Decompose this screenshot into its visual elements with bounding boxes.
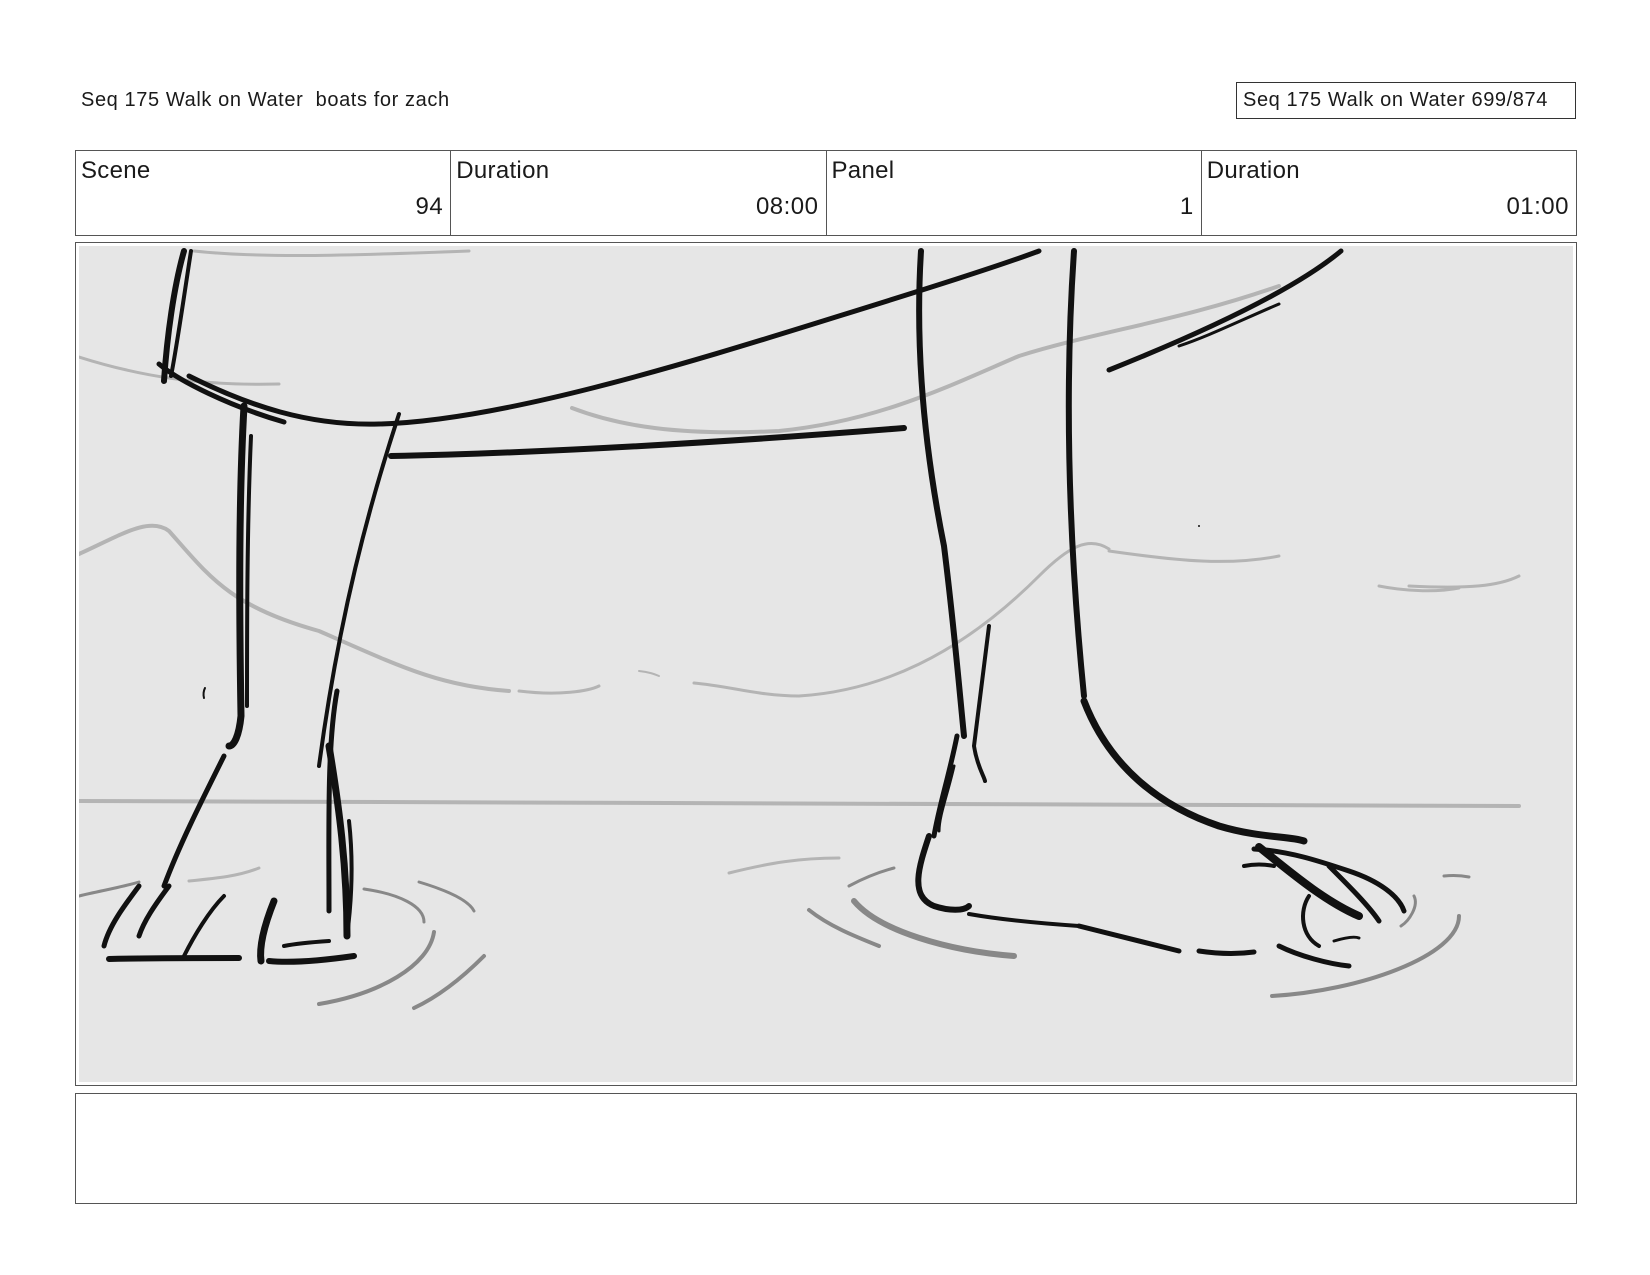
storyboard-sketch bbox=[79, 246, 1573, 1082]
panel-duration-label: Duration bbox=[1206, 157, 1300, 184]
panel-value: 1 bbox=[1179, 193, 1194, 220]
scene-label: Scene bbox=[81, 157, 151, 184]
panel-duration-cell: Duration 01:00 bbox=[1202, 151, 1576, 235]
scene-duration-value: 08:00 bbox=[755, 193, 819, 220]
notes-box bbox=[75, 1093, 1577, 1204]
scene-duration-label: Duration bbox=[456, 157, 550, 184]
panel-label: Panel bbox=[831, 157, 895, 184]
scene-value: 94 bbox=[415, 193, 444, 220]
panel-info-table: Scene 94 Duration 08:00 Panel 1 Duration… bbox=[75, 150, 1577, 236]
scene-cell: Scene 94 bbox=[76, 151, 452, 235]
scene-duration-cell: Duration 08:00 bbox=[451, 151, 827, 235]
storyboard-panel bbox=[75, 242, 1577, 1086]
sketch-background bbox=[79, 246, 1573, 1082]
panel-duration-value: 01:00 bbox=[1506, 193, 1569, 220]
panel-cell: Panel 1 bbox=[827, 151, 1202, 235]
document-title: Seq 175 Walk on Water boats for zach bbox=[81, 89, 450, 111]
page-reference-box: Seq 175 Walk on Water 699/874 bbox=[1236, 82, 1576, 119]
